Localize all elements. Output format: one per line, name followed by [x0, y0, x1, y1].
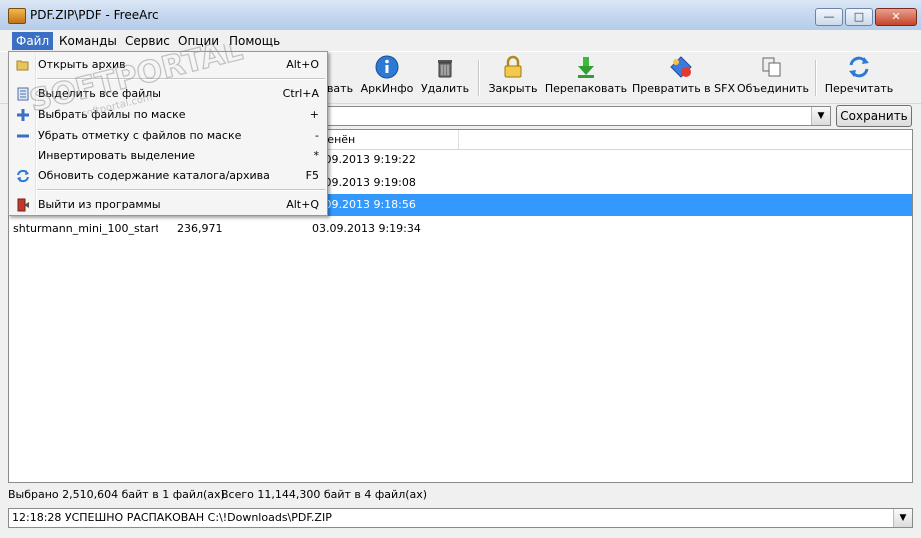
file-modified: 03.09.2013 9:19:34 — [312, 222, 421, 235]
join-icon — [762, 57, 781, 77]
lock-icon — [504, 55, 522, 78]
menu-item-label: Выбрать файлы по маске — [38, 108, 186, 121]
menu-item-select-all[interactable]: Выделить все файлы Ctrl+A — [11, 84, 325, 104]
extract-icon — [328, 55, 352, 79]
close-button[interactable]: ✕ — [875, 8, 917, 26]
menu-item-label: Выделить все файлы — [38, 87, 161, 100]
minimize-button[interactable]: — — [815, 8, 843, 26]
menu-help[interactable]: Помощь — [225, 32, 284, 50]
sfx-button[interactable]: Превратить в SFX — [632, 55, 735, 101]
extract-button[interactable]: вать — [326, 55, 354, 101]
menu-item-invert-selection[interactable]: Инвертировать выделение * — [11, 146, 325, 166]
menu-item-unselect-by-mask[interactable]: Убрать отметку с файлов по маске - — [11, 126, 325, 146]
status-bar: Выбрано 2,510,604 байт в 1 файл(ах) Всег… — [0, 486, 921, 504]
title-bar: PDF.ZIP\PDF - FreeArc — □ ✕ — [0, 0, 921, 31]
save-button[interactable]: Сохранить — [836, 105, 912, 127]
menu-item-shortcut: F5 — [305, 169, 319, 182]
folder-open-icon — [16, 60, 29, 71]
reread-button[interactable]: Перечитать — [824, 55, 894, 101]
chevron-down-icon[interactable]: ▼ — [811, 107, 830, 125]
join-button[interactable]: Объединить — [737, 55, 809, 101]
menu-item-label: Открыть архив — [38, 58, 126, 71]
file-modified: .09.2013 9:18:56 — [321, 198, 416, 211]
lock-label: Закрыть — [488, 82, 538, 95]
delete-label: Удалить — [420, 82, 470, 95]
menu-file[interactable]: Файл — [12, 32, 54, 50]
menu-item-shortcut: Alt+O — [286, 58, 319, 71]
extract-label: вать — [326, 82, 354, 95]
info-icon — [375, 55, 399, 79]
log-combobox[interactable]: 12:18:28 УСПЕШНО РАСПАКОВАН C:\!Download… — [8, 508, 913, 528]
reread-label: Перечитать — [824, 82, 894, 95]
refresh-icon — [17, 169, 29, 183]
log-text: 12:18:28 УСПЕШНО РАСПАКОВАН C:\!Download… — [12, 511, 332, 524]
menu-item-shortcut: + — [309, 108, 319, 121]
repack-button[interactable]: Перепаковать — [544, 55, 628, 101]
menu-item-open-archive[interactable]: Открыть архив Alt+O — [11, 55, 325, 75]
menu-item-refresh[interactable]: Обновить содержание каталога/архива F5 — [11, 166, 325, 186]
file-modified: .09.2013 9:19:08 — [321, 176, 416, 189]
chevron-down-icon[interactable]: ▼ — [893, 509, 912, 527]
menu-separator — [37, 78, 325, 80]
sfx-label: Превратить в SFX — [632, 82, 735, 95]
menu-item-label: Выйти из программы — [38, 198, 161, 211]
menu-options[interactable]: Опции — [174, 32, 223, 50]
trash-icon — [438, 60, 452, 78]
arcinfo-label: АркИнфо — [360, 82, 414, 95]
join-label: Объединить — [737, 82, 809, 95]
menu-item-shortcut: - — [315, 129, 319, 142]
arcinfo-button[interactable]: АркИнфо — [358, 55, 416, 101]
menu-item-label: Инвертировать выделение — [38, 149, 195, 162]
exit-icon — [17, 198, 29, 212]
status-selected: Выбрано 2,510,604 байт в 1 файл(ах) — [8, 488, 225, 501]
minus-icon — [17, 134, 29, 138]
select-all-icon — [17, 87, 29, 101]
menu-commands[interactable]: Команды — [55, 32, 121, 50]
table-row[interactable]: shturmann_mini_100_start_p 236,971 03.09… — [9, 218, 912, 240]
menu-service[interactable]: Сервис — [121, 32, 174, 50]
plus-icon — [17, 109, 29, 121]
menu-item-shortcut: Ctrl+A — [282, 87, 319, 100]
file-name: shturmann_mini_100_start_p — [13, 222, 158, 235]
menu-item-shortcut: * — [313, 149, 320, 162]
file-modified: .09.2013 9:19:22 — [321, 153, 416, 166]
menu-item-shortcut: Alt+Q — [286, 198, 319, 211]
toolbar-separator — [478, 60, 480, 96]
repack-label: Перепаковать — [544, 82, 628, 95]
menu-separator — [37, 189, 325, 191]
menu-item-label: Убрать отметку с файлов по маске — [38, 129, 242, 142]
status-total: Всего 11,144,300 байт в 4 файл(ах) — [221, 488, 428, 501]
delete-button[interactable]: Удалить — [420, 55, 470, 101]
repack-arrow-icon — [578, 57, 594, 78]
menu-item-exit[interactable]: Выйти из программы Alt+Q — [11, 195, 325, 215]
file-menu-dropdown: Открыть архив Alt+O Выделить все файлы C… — [8, 51, 328, 216]
file-size: 236,971 — [177, 222, 223, 235]
window-title: PDF.ZIP\PDF - FreeArc — [30, 8, 159, 22]
lock-button[interactable]: Закрыть — [487, 55, 539, 101]
menu-item-label: Обновить содержание каталога/архива — [38, 169, 270, 182]
menu-bar: Файл Команды Сервис Опции Помощь — [0, 30, 921, 51]
sfx-icon — [670, 56, 692, 78]
maximize-button[interactable]: □ — [845, 8, 873, 26]
app-icon — [8, 8, 26, 24]
toolbar-separator — [815, 60, 817, 96]
reload-icon — [849, 56, 869, 78]
menu-item-select-by-mask[interactable]: Выбрать файлы по маске + — [11, 105, 325, 125]
